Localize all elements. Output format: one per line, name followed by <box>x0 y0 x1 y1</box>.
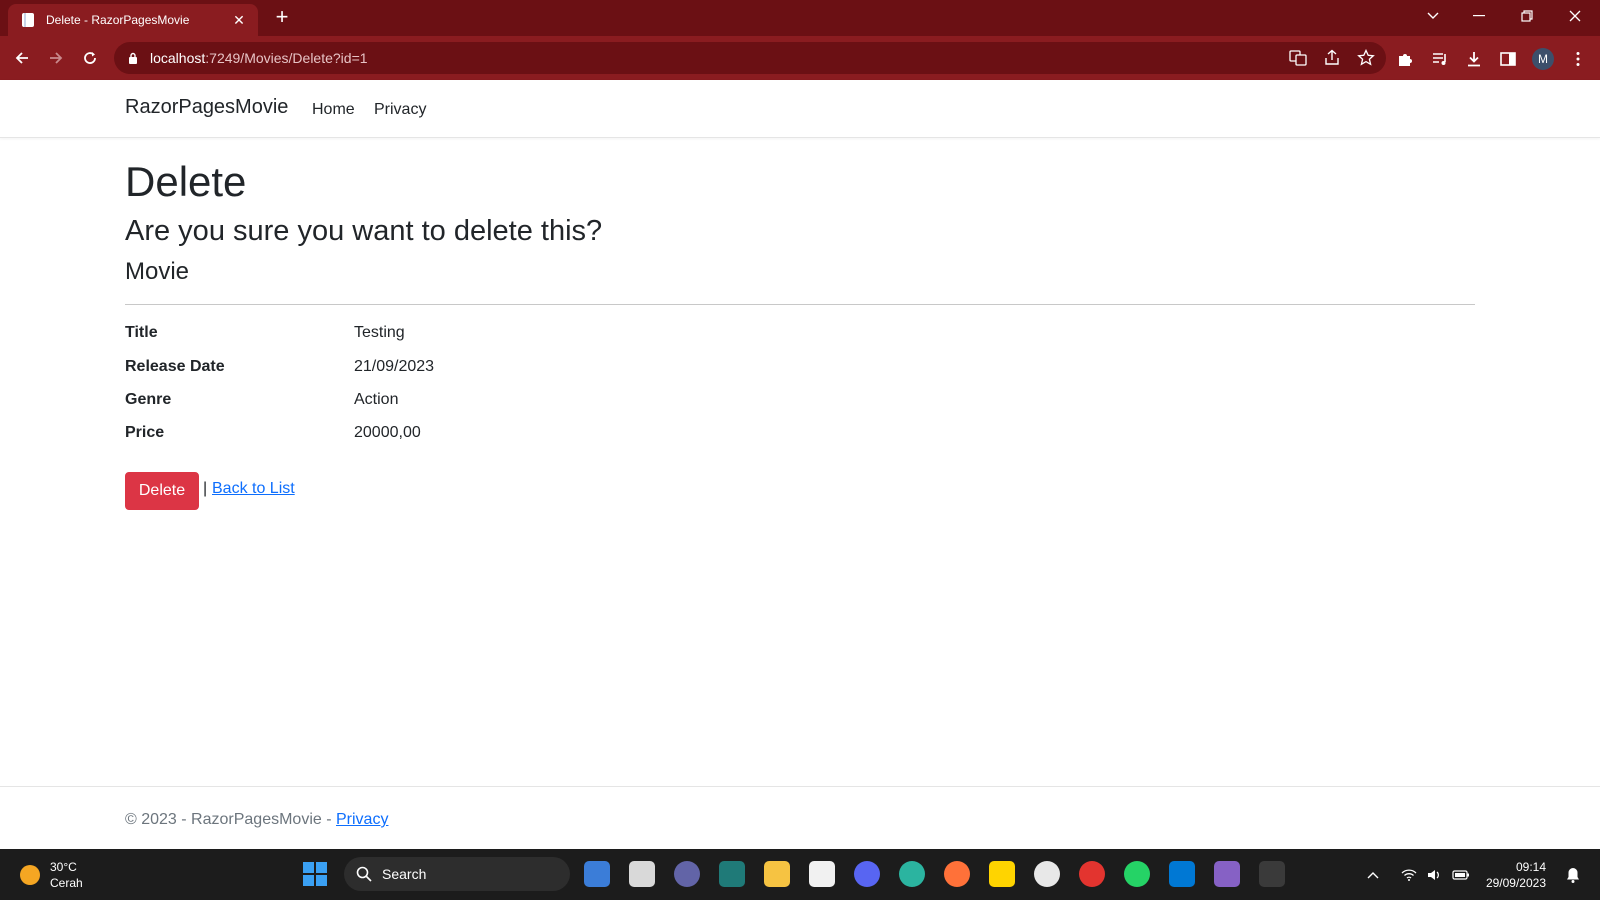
tab-close-icon[interactable]: ✕ <box>230 12 248 29</box>
search-icon <box>356 866 372 882</box>
clock-date: 29/09/2023 <box>1485 875 1546 890</box>
visual-studio-icon[interactable] <box>1214 861 1240 887</box>
link-separator: | <box>203 480 208 497</box>
windows-taskbar: 30°C Cerah Search 09:14 29/09/2023 <box>0 849 1600 900</box>
detail-value: 20000,00 <box>354 424 421 441</box>
terminal-icon[interactable] <box>1259 861 1285 887</box>
section-title: Movie <box>125 258 190 285</box>
more-menu-icon[interactable] <box>1568 49 1588 69</box>
vscode-icon[interactable] <box>1169 861 1195 887</box>
divider <box>125 304 1475 305</box>
search-label: Search <box>382 866 427 882</box>
detail-row-title: Title Testing <box>125 324 725 348</box>
site-footer: © 2023 - RazorPagesMovie - Privacy <box>0 786 1600 849</box>
tab-search-chevron-icon[interactable] <box>1410 0 1456 32</box>
translate-icon[interactable] <box>1288 48 1308 68</box>
nav-link-home[interactable]: Home <box>312 101 355 119</box>
firefox-icon[interactable] <box>944 861 970 887</box>
profile-avatar[interactable]: M <box>1532 48 1554 70</box>
chrome-icon[interactable] <box>1079 861 1105 887</box>
detail-value: 21/09/2023 <box>354 358 435 375</box>
sticky-notes-icon[interactable] <box>989 861 1015 887</box>
url-host: localhost <box>150 50 206 66</box>
weather-text: 30°C Cerah <box>50 859 83 891</box>
footer-privacy-link[interactable]: Privacy <box>336 811 388 828</box>
nav-link-privacy[interactable]: Privacy <box>374 101 426 119</box>
weather-widget[interactable]: 30°C Cerah <box>20 859 83 891</box>
teams-icon[interactable] <box>674 861 700 887</box>
detail-label: Release Date <box>125 358 225 375</box>
url-path: :7249/Movies/Delete?id=1 <box>205 50 368 66</box>
page-title: Delete <box>125 158 247 205</box>
confirm-message: Are you sure you want to delete this? <box>125 215 603 247</box>
minimize-button[interactable] <box>1456 0 1502 32</box>
lock-icon[interactable] <box>126 51 140 65</box>
brand-link[interactable]: RazorPagesMovie <box>125 96 288 119</box>
detail-label: Price <box>125 424 165 441</box>
tab-title: Delete - RazorPagesMovie <box>46 13 190 27</box>
footer-copyright: © 2023 - RazorPagesMovie - Privacy <box>125 811 388 829</box>
extensions-puzzle-icon[interactable] <box>1396 49 1416 69</box>
whatsapp-icon[interactable] <box>1124 861 1150 887</box>
close-window-button[interactable] <box>1552 0 1598 32</box>
weather-condition: Cerah <box>50 876 83 890</box>
wifi-icon[interactable] <box>1398 865 1420 885</box>
sun-icon <box>20 865 40 885</box>
bookmark-star-icon[interactable] <box>1356 48 1376 68</box>
detail-label: Title <box>125 324 158 341</box>
browser-toolbar: localhost:7249/Movies/Delete?id=1 M <box>0 36 1600 80</box>
side-panel-icon[interactable] <box>1498 49 1518 69</box>
footer-copyright-text: © 2023 - RazorPagesMovie - <box>125 811 336 828</box>
notification-bell-icon[interactable] <box>1562 865 1584 885</box>
inkscape-icon[interactable] <box>1034 861 1060 887</box>
media-queue-icon[interactable] <box>1430 49 1450 69</box>
clock-time: 09:14 <box>1515 859 1546 874</box>
discord-icon[interactable] <box>854 861 880 887</box>
back-to-list-link[interactable]: Back to List <box>212 480 295 498</box>
site-navbar: RazorPagesMovie Home Privacy <box>0 80 1600 138</box>
arduino-icon[interactable] <box>719 861 745 887</box>
browser-tab-active[interactable]: Delete - RazorPagesMovie ✕ <box>8 4 258 36</box>
detail-row-release-date: Release Date 21/09/2023 <box>125 358 725 382</box>
edge-icon[interactable] <box>899 861 925 887</box>
address-bar[interactable]: localhost:7249/Movies/Delete?id=1 <box>114 42 1386 74</box>
detail-row-genre: Genre Action <box>125 391 725 415</box>
forward-arrow-icon[interactable] <box>44 46 68 70</box>
detail-value: Testing <box>354 324 405 341</box>
taskbar-clock[interactable]: 09:14 29/09/2023 <box>1486 859 1546 891</box>
weather-temperature: 30°C <box>50 860 77 874</box>
new-tab-button[interactable]: + <box>270 6 294 30</box>
detail-value: Action <box>354 391 399 408</box>
windows-start-icon[interactable] <box>303 862 327 886</box>
system-tray: 09:14 29/09/2023 <box>1362 849 1600 900</box>
volume-icon[interactable] <box>1424 865 1446 885</box>
chevron-up-icon[interactable] <box>1362 865 1384 885</box>
page-icon <box>20 12 36 28</box>
microsoft-store-icon[interactable] <box>809 861 835 887</box>
photoshop-express-icon[interactable] <box>584 861 610 887</box>
browser-tabstrip: Delete - RazorPagesMovie ✕ + <box>0 0 1600 36</box>
reload-icon[interactable] <box>78 46 102 70</box>
file-explorer-icon[interactable] <box>764 861 790 887</box>
delete-button[interactable]: Delete <box>125 472 199 510</box>
detail-row-price: Price 20000,00 <box>125 424 725 448</box>
task-view-icon[interactable] <box>629 861 655 887</box>
download-icon[interactable] <box>1464 49 1484 69</box>
share-icon[interactable] <box>1322 48 1342 68</box>
taskbar-search[interactable]: Search <box>344 857 570 891</box>
detail-label: Genre <box>125 391 172 408</box>
restore-button[interactable] <box>1504 0 1550 32</box>
battery-icon[interactable] <box>1450 865 1472 885</box>
back-arrow-icon[interactable] <box>10 46 34 70</box>
